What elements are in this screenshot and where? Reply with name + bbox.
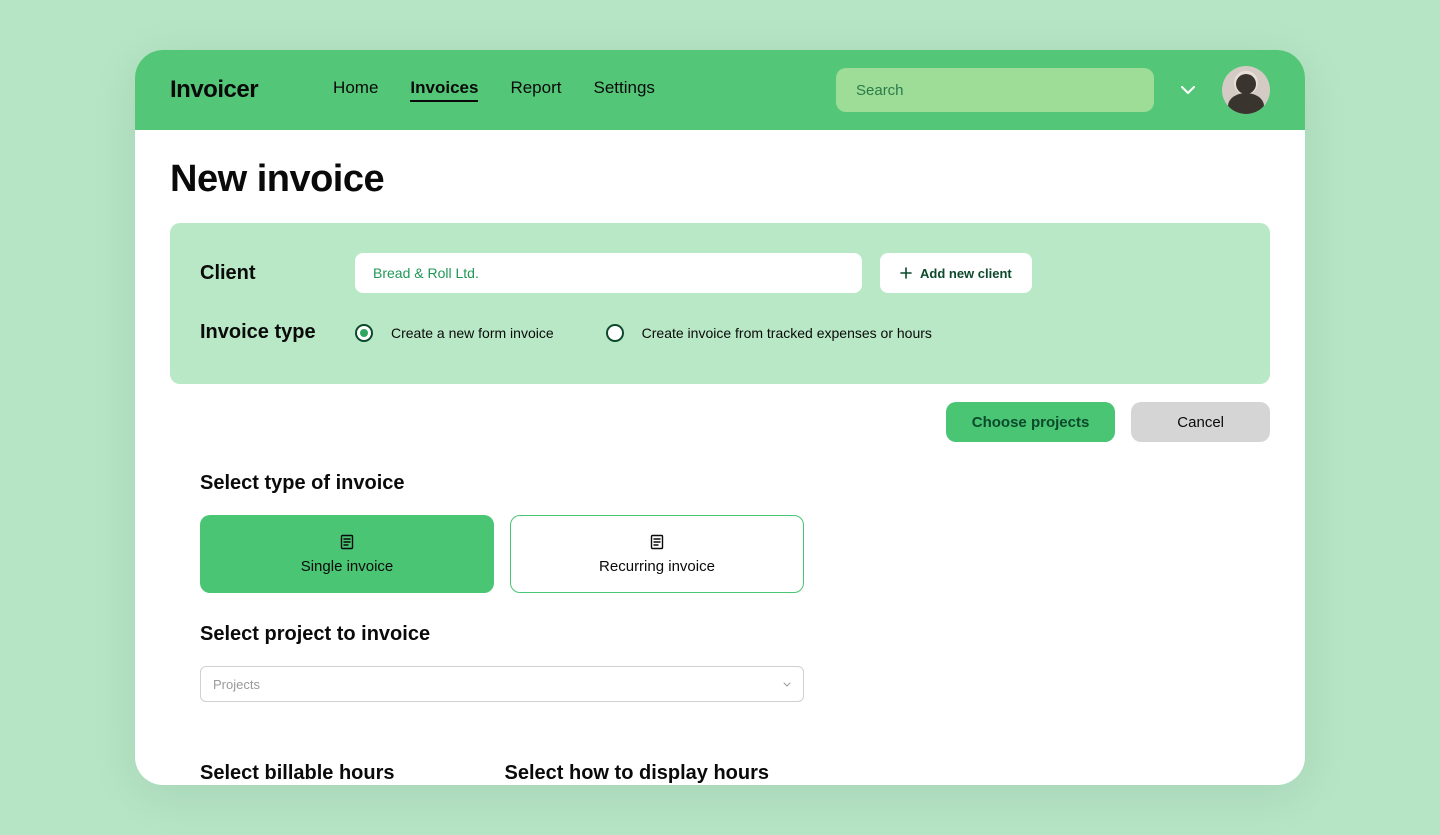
choose-projects-button[interactable]: Choose projects bbox=[946, 402, 1116, 442]
document-icon bbox=[339, 534, 355, 550]
radio-group: Create a new form invoice Create invoice… bbox=[355, 324, 932, 342]
bottom-sections: Select billable hours Select how to disp… bbox=[170, 762, 1270, 785]
chevron-down-icon bbox=[1181, 86, 1195, 94]
avatar[interactable] bbox=[1222, 66, 1270, 114]
page-title: New invoice bbox=[170, 158, 1270, 201]
nav-report[interactable]: Report bbox=[510, 78, 561, 102]
dropdown-toggle[interactable] bbox=[1178, 80, 1198, 100]
plus-icon bbox=[900, 267, 912, 279]
radio-label: Create a new form invoice bbox=[391, 325, 554, 341]
radio-new-form[interactable]: Create a new form invoice bbox=[355, 324, 554, 342]
action-row: Choose projects Cancel bbox=[170, 402, 1270, 442]
radio-icon bbox=[355, 324, 373, 342]
recurring-document-icon bbox=[649, 534, 665, 550]
client-label: Client bbox=[200, 262, 355, 285]
add-client-label: Add new client bbox=[920, 266, 1012, 281]
nav-home[interactable]: Home bbox=[333, 78, 378, 102]
search-input[interactable] bbox=[836, 68, 1154, 112]
invoice-type-section-title: Select type of invoice bbox=[200, 472, 1270, 495]
billable-hours-title: Select billable hours bbox=[200, 762, 395, 785]
add-client-button[interactable]: Add new client bbox=[880, 253, 1032, 293]
client-input[interactable] bbox=[355, 253, 862, 293]
radio-tracked[interactable]: Create invoice from tracked expenses or … bbox=[606, 324, 932, 342]
type-cards: Single invoice Recurring invoice bbox=[200, 515, 1270, 593]
invoice-type-row: Invoice type Create a new form invoice C… bbox=[200, 321, 1240, 344]
nav-settings[interactable]: Settings bbox=[593, 78, 654, 102]
chevron-down-icon bbox=[783, 682, 791, 687]
invoice-type-section: Select type of invoice Single invoice Re… bbox=[170, 472, 1270, 593]
app-window: Invoicer Home Invoices Report Settings N… bbox=[135, 50, 1305, 785]
cancel-button[interactable]: Cancel bbox=[1131, 402, 1270, 442]
single-invoice-card[interactable]: Single invoice bbox=[200, 515, 494, 593]
projects-placeholder: Projects bbox=[213, 677, 260, 692]
radio-icon bbox=[606, 324, 624, 342]
projects-select[interactable]: Projects bbox=[200, 666, 804, 702]
display-hours-title: Select how to display hours bbox=[505, 762, 770, 785]
type-card-label: Recurring invoice bbox=[599, 558, 715, 575]
topbar-right bbox=[836, 66, 1270, 114]
brand-logo: Invoicer bbox=[170, 76, 258, 104]
topbar: Invoicer Home Invoices Report Settings bbox=[135, 50, 1305, 130]
invoice-type-label: Invoice type bbox=[200, 321, 355, 344]
project-section: Select project to invoice Projects bbox=[170, 623, 1270, 702]
radio-label: Create invoice from tracked expenses or … bbox=[642, 325, 932, 341]
client-row: Client Add new client bbox=[200, 253, 1240, 293]
project-section-title: Select project to invoice bbox=[200, 623, 1270, 646]
recurring-invoice-card[interactable]: Recurring invoice bbox=[510, 515, 804, 593]
client-panel: Client Add new client Invoice type Creat… bbox=[170, 223, 1270, 384]
main-nav: Home Invoices Report Settings bbox=[333, 78, 655, 102]
type-card-label: Single invoice bbox=[301, 558, 394, 575]
nav-invoices[interactable]: Invoices bbox=[410, 78, 478, 102]
content-area: New invoice Client Add new client Invoic… bbox=[135, 130, 1305, 785]
